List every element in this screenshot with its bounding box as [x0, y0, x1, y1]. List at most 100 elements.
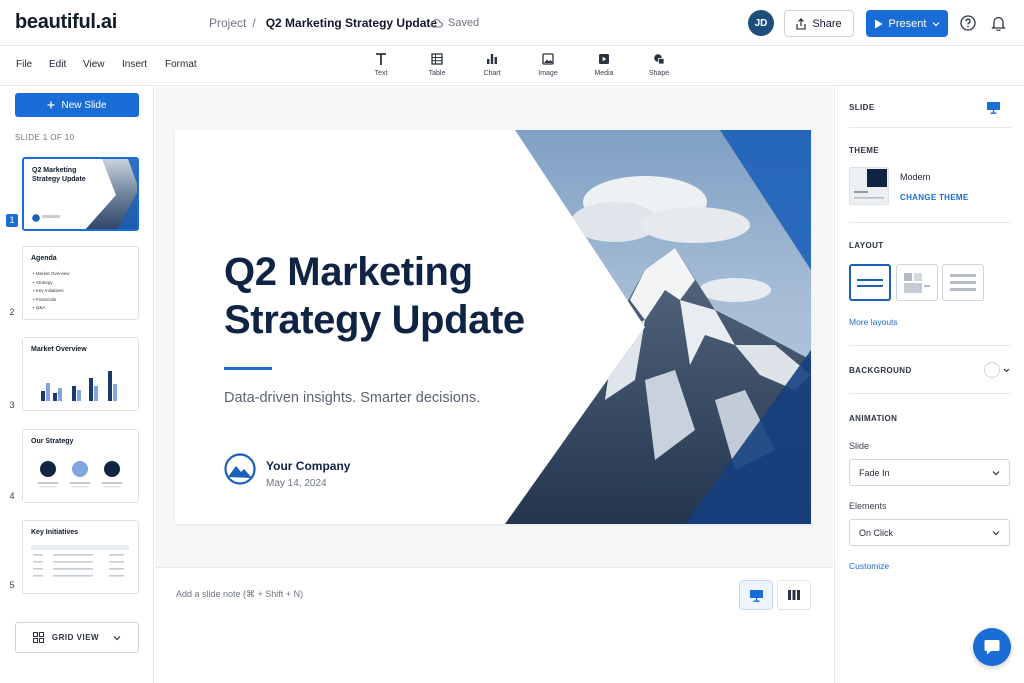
- tool-shape-label: Shape: [648, 70, 670, 77]
- thumbnail-mountain-image: [85, 159, 137, 229]
- menu-view[interactable]: View: [83, 59, 105, 70]
- avatar[interactable]: JD: [748, 10, 774, 36]
- breadcrumb-separator: /: [252, 16, 256, 30]
- slide-thumbnail-1[interactable]: Q2 Marketing Strategy Update: [22, 157, 139, 231]
- theme-name: Modern: [900, 172, 931, 182]
- app-window: beautiful.ai Project / Q2 Marketing Stra…: [0, 0, 1024, 683]
- chevron-down-icon: [992, 530, 1000, 535]
- slide-note-input[interactable]: Add a slide note (⌘ + Shift + N): [176, 589, 303, 600]
- slide-title-line-1: Q2 Marketing: [224, 250, 473, 294]
- document-title[interactable]: Q2 Marketing Strategy Update: [266, 16, 437, 30]
- grid-icon: [32, 632, 44, 643]
- chevron-down-icon[interactable]: [932, 21, 940, 27]
- menu-edit[interactable]: Edit: [49, 59, 66, 70]
- thumbnail-company-line: [42, 215, 60, 218]
- share-button[interactable]: Share: [784, 10, 854, 37]
- menu-file[interactable]: File: [16, 59, 32, 70]
- breadcrumb-project[interactable]: Project: [209, 16, 246, 30]
- layout-option-title[interactable]: [849, 264, 891, 301]
- grid-view-button[interactable]: GRID VIEW: [15, 622, 139, 653]
- divider: [849, 393, 1011, 394]
- shape-icon: [654, 54, 665, 65]
- customize-link[interactable]: Customize: [849, 561, 889, 571]
- columns-icon: [788, 590, 800, 600]
- tool-table-label: Table: [428, 70, 446, 77]
- thumbnail-title: Agenda: [31, 255, 57, 262]
- theme-preview[interactable]: [849, 167, 889, 205]
- elements-animation-select[interactable]: On Click: [849, 519, 1010, 546]
- slide-title[interactable]: Q2 Marketing Strategy Update: [224, 248, 525, 344]
- grid-view-label: GRID VIEW: [51, 633, 100, 642]
- slide-view-button[interactable]: [739, 580, 773, 610]
- text-icon: [376, 53, 386, 65]
- tool-image[interactable]: Image: [528, 52, 568, 77]
- menu-format[interactable]: Format: [165, 59, 197, 70]
- change-theme-link[interactable]: CHANGE THEME: [900, 193, 969, 202]
- tool-media-label: Media: [594, 70, 614, 77]
- slide-section-heading: SLIDE: [849, 103, 875, 112]
- agenda-item: • Strategy: [33, 279, 53, 285]
- share-icon: [796, 17, 806, 30]
- tool-text-label: Text: [374, 70, 388, 77]
- slide-title-line-2: Strategy Update: [224, 298, 525, 342]
- slide-number: 4: [9, 491, 15, 501]
- tool-chart[interactable]: Chart: [472, 52, 512, 77]
- save-status: Saved: [430, 17, 479, 29]
- slide-display-icon[interactable]: [986, 101, 1001, 114]
- tool-image-label: Image: [538, 70, 558, 77]
- share-label: Share: [812, 17, 842, 30]
- editor-toolbar: File Edit View Insert Format Text Table …: [0, 46, 1024, 86]
- tool-table[interactable]: Table: [417, 52, 457, 77]
- thumbnail-strategy-circles: [38, 461, 122, 488]
- tool-media[interactable]: Media: [584, 52, 624, 77]
- app-logo[interactable]: beautiful.ai: [15, 11, 117, 34]
- agenda-item: • Key Initiatives: [33, 288, 64, 293]
- slide-thumbnail-5[interactable]: Key Initiatives: [22, 520, 139, 594]
- company-name[interactable]: Your Company: [266, 459, 350, 473]
- saved-label: Saved: [448, 17, 480, 29]
- new-slide-label: New Slide: [61, 99, 107, 111]
- slide-animation-value: Fade In: [859, 467, 890, 478]
- properties-panel: SLIDE THEME Modern CHANGE THEME LAYOUT M…: [834, 87, 1024, 683]
- thumbnail-title: Market Overview: [31, 346, 87, 353]
- media-icon: [599, 54, 609, 64]
- layout-option-list[interactable]: [942, 264, 984, 301]
- slide-thumbnail-4[interactable]: Our Strategy: [22, 429, 139, 503]
- chart-icon: [487, 54, 497, 64]
- slide-animation-select[interactable]: Fade In: [849, 459, 1010, 486]
- bell-icon[interactable]: [991, 15, 1006, 31]
- thumbnail-title: Key Initiatives: [31, 529, 79, 536]
- slide-number: 1: [6, 214, 18, 227]
- menu-insert[interactable]: Insert: [122, 59, 147, 70]
- chat-support-button[interactable]: [973, 628, 1011, 666]
- columns-view-button[interactable]: [777, 580, 811, 610]
- background-section-heading: BACKGROUND: [849, 366, 912, 375]
- divider: [849, 127, 1011, 128]
- chevron-down-icon[interactable]: [1003, 368, 1010, 373]
- thumbnail-table: [31, 545, 129, 577]
- help-icon[interactable]: [960, 15, 976, 31]
- new-slide-button[interactable]: New Slide: [15, 93, 139, 117]
- background-color-swatch[interactable]: [984, 362, 1000, 378]
- slide-subtitle[interactable]: Data-driven insights. Smarter decisions.: [224, 390, 480, 406]
- tool-text[interactable]: Text: [361, 52, 401, 77]
- tool-chart-label: Chart: [483, 70, 501, 77]
- more-layouts-link[interactable]: More layouts: [849, 317, 898, 327]
- presentation-date[interactable]: May 14, 2024: [266, 478, 327, 489]
- present-button[interactable]: Present: [866, 10, 948, 37]
- slide-thumbnail-2[interactable]: Agenda • Market Overview • Strategy • Ke…: [22, 246, 139, 320]
- theme-section-heading: THEME: [849, 146, 879, 155]
- slide-thumbnail-3[interactable]: Market Overview: [22, 337, 139, 411]
- thumbnail-logo-icon: [32, 214, 40, 222]
- layout-option-grid[interactable]: [896, 264, 938, 301]
- table-icon: [431, 53, 443, 65]
- slide-1[interactable]: Q2 Marketing Strategy Update Data-driven…: [175, 130, 811, 524]
- animation-section-heading: ANIMATION: [849, 414, 898, 423]
- agenda-item: • Q&A: [33, 305, 46, 310]
- tool-shape[interactable]: Shape: [639, 52, 679, 77]
- agenda-item: • Financials: [33, 296, 57, 302]
- slide-notes-area: Add a slide note (⌘ + Shift + N): [155, 567, 833, 683]
- cloud-icon: [430, 19, 443, 28]
- elements-animation-label: Elements: [849, 501, 887, 511]
- play-icon: [874, 19, 883, 28]
